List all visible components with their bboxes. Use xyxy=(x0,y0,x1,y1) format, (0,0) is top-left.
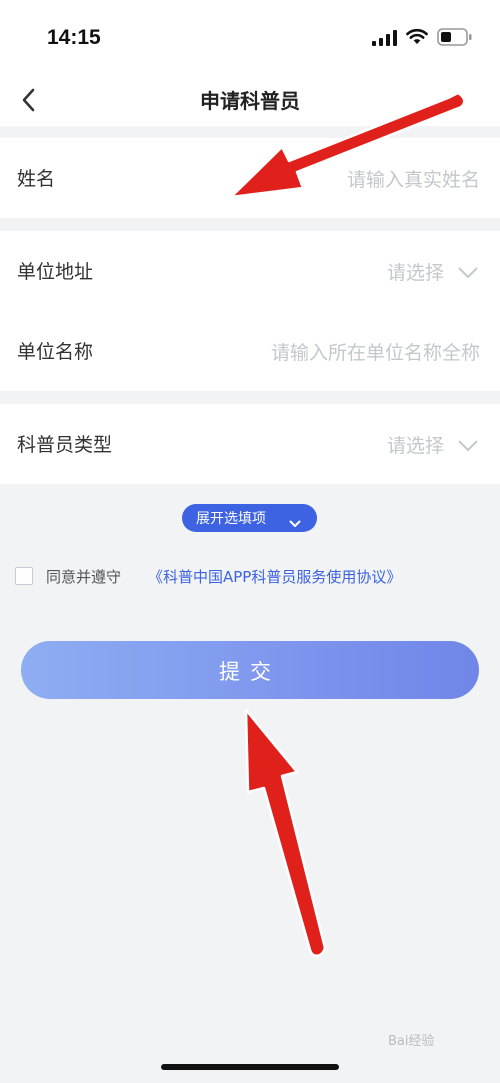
page-title: 申请科普员 xyxy=(200,89,300,113)
home-indicator[interactable] xyxy=(161,1064,339,1070)
form-section-name: 姓名 请输入真实姓名 xyxy=(0,138,500,218)
annotation-arrow-bottom xyxy=(244,708,327,957)
unit-address-row[interactable]: 单位地址 请选择 xyxy=(0,231,500,311)
science-type-label: 科普员类型 xyxy=(17,434,113,456)
name-input[interactable]: 请输入真实姓名 xyxy=(347,165,480,192)
cellular-signal-icon xyxy=(372,30,398,50)
nav-bar: 申请科普员 xyxy=(0,78,500,126)
science-type-select[interactable]: 请选择 xyxy=(387,431,444,458)
name-label: 姓名 xyxy=(17,168,56,190)
submit-button[interactable]: 提交 xyxy=(21,641,479,699)
chevron-down-icon xyxy=(289,513,301,532)
status-time: 14:15 xyxy=(47,26,101,49)
unit-name-label: 单位名称 xyxy=(17,341,94,363)
name-field-row[interactable]: 姓名 请输入真实姓名 xyxy=(0,138,500,218)
submit-label: 提交 xyxy=(219,660,281,684)
expand-optional-label: 展开选填项 xyxy=(196,511,266,527)
agreement-link[interactable]: 《科普中国APP科普员服务使用协议》 xyxy=(148,566,401,587)
wifi-icon xyxy=(405,27,429,50)
chevron-down-icon[interactable] xyxy=(458,437,478,456)
agreement-prefix: 同意并遵守 xyxy=(46,568,122,586)
agreement-checkbox[interactable] xyxy=(15,567,33,585)
form-section-unit: 单位地址 请选择 单位名称 请输入所在单位名称全称 xyxy=(0,231,500,391)
expand-optional-button[interactable]: 展开选填项 xyxy=(182,504,317,532)
science-type-row[interactable]: 科普员类型 请选择 xyxy=(0,404,500,484)
watermark: Bai经验 xyxy=(388,1034,435,1049)
unit-name-row[interactable]: 单位名称 请输入所在单位名称全称 xyxy=(0,311,500,391)
unit-address-select[interactable]: 请选择 xyxy=(387,258,444,285)
chevron-down-icon[interactable] xyxy=(458,264,478,283)
form-section-type: 科普员类型 请选择 xyxy=(0,404,500,484)
unit-address-label: 单位地址 xyxy=(17,261,94,283)
battery-icon xyxy=(437,28,473,50)
status-bar: 14:15 xyxy=(0,0,500,78)
unit-name-input[interactable]: 请输入所在单位名称全称 xyxy=(271,338,480,365)
